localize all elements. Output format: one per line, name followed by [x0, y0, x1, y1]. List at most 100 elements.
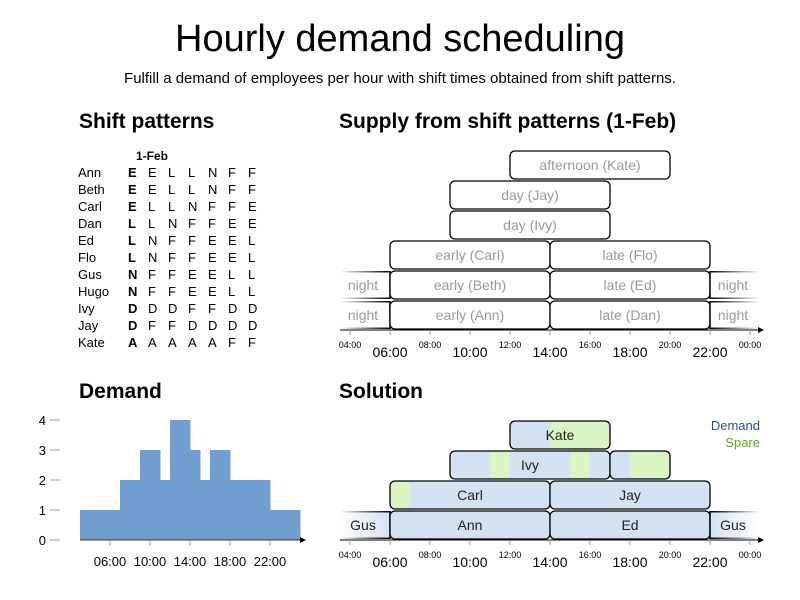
axis-arrow-icon [758, 537, 764, 543]
x-tick-label: 14:00 [174, 554, 207, 569]
minor-tick-label: 12:00 [499, 550, 522, 560]
demand-bar [120, 480, 131, 540]
supply-shift-label: night [348, 307, 378, 323]
supply-shift-label: early (Carl) [435, 247, 504, 263]
solution-shift-label: Ivy [521, 457, 539, 473]
supply-shift-block: night [709, 301, 760, 329]
major-tick-label: 10:00 [452, 344, 487, 360]
solution-shift-label: Jay [619, 487, 641, 503]
major-tick-label: 22:00 [692, 344, 727, 360]
demand-bar [240, 480, 251, 540]
demand-bar [90, 510, 101, 540]
minor-tick-label: 08:00 [419, 550, 442, 560]
supply-shift-label: late (Flo) [602, 247, 657, 263]
solution-shift-label: Carl [457, 487, 483, 503]
supply-shift-label: night [348, 277, 378, 293]
solution-shift-label: Kate [546, 427, 575, 443]
supply-shift-label: early (Ann) [436, 307, 504, 323]
major-tick-label: 06:00 [372, 554, 407, 570]
major-tick-label: 14:00 [532, 344, 567, 360]
supply-shift-label: night [718, 277, 748, 293]
minor-tick-label: 16:00 [579, 550, 602, 560]
demand-bar [100, 510, 111, 540]
spare-segment [570, 452, 590, 478]
demand-bar [210, 450, 221, 540]
supply-shift-block: late (Dan) [549, 300, 711, 330]
y-tick-label: 4 [39, 413, 46, 428]
supply-shift-block: early (Ann) [389, 300, 551, 330]
minor-tick-label: 04:00 [339, 550, 362, 560]
demand-bar [190, 450, 201, 540]
solution-shift-block: Gus [709, 511, 760, 539]
supply-shift-label: night [718, 307, 748, 323]
demand-bar [150, 450, 161, 540]
y-tick-label: 0 [39, 533, 46, 548]
major-tick-label: 06:00 [372, 344, 407, 360]
supply-shift-label: day (Jay) [501, 187, 559, 203]
supply-shift-block: late (Ed) [549, 270, 711, 300]
demand-bar [270, 510, 281, 540]
y-tick-label: 1 [39, 503, 46, 518]
supply-shift-block: day (Jay) [449, 180, 611, 210]
x-tick-label: 06:00 [94, 554, 127, 569]
minor-tick-label: 04:00 [339, 340, 362, 350]
supply-shift-block: early (Beth) [389, 270, 551, 300]
spare-segment [630, 452, 669, 478]
major-tick-label: 14:00 [532, 554, 567, 570]
solution-shift-label: Gus [350, 517, 376, 533]
demand-bar [110, 510, 121, 540]
minor-tick-label: 08:00 [419, 340, 442, 350]
demand-bar [220, 450, 231, 540]
minor-tick-label: 20:00 [659, 550, 682, 560]
supply-shift-block: night [340, 301, 391, 329]
supply-shift-label: late (Dan) [599, 307, 660, 323]
y-tick-label: 2 [39, 473, 46, 488]
solution-shift-block: Kate [509, 420, 611, 450]
solution-shift-label: Ed [621, 517, 638, 533]
x-tick-label: 18:00 [214, 554, 247, 569]
minor-tick-label: 00:00 [739, 550, 762, 560]
demand-bar [290, 510, 301, 540]
demand-bar [140, 450, 151, 540]
supply-shift-block: late (Flo) [549, 240, 711, 270]
demand-bar [180, 420, 191, 540]
minor-tick-label: 16:00 [579, 340, 602, 350]
demand-bar [250, 480, 261, 540]
solution-shift-block: Jay [549, 480, 711, 510]
solution-shift-label: Gus [720, 517, 746, 533]
supply-shift-block: afternoon (Kate) [509, 150, 671, 180]
legend-demand: Demand [711, 418, 760, 433]
axis-arrow-icon [758, 327, 764, 333]
supply-shift-label: day (Ivy) [503, 217, 557, 233]
supply-shift-block: night [709, 271, 760, 299]
minor-tick-label: 00:00 [739, 340, 762, 350]
solution-shift-block: Carl [389, 480, 551, 510]
major-tick-label: 18:00 [612, 344, 647, 360]
axis-arrow-icon [300, 537, 306, 543]
demand-bar [170, 420, 181, 540]
supply-shift-block: night [340, 271, 391, 299]
x-tick-label: 10:00 [134, 554, 167, 569]
demand-bar [130, 480, 141, 540]
minor-tick-label: 20:00 [659, 340, 682, 350]
demand-bar [160, 480, 171, 540]
major-tick-label: 18:00 [612, 554, 647, 570]
solution-shift-block: Ann [389, 510, 551, 540]
supply-shift-label: late (Ed) [604, 277, 657, 293]
solution-shift-block: Ivy [449, 450, 611, 480]
major-tick-label: 10:00 [452, 554, 487, 570]
demand-bar [260, 480, 271, 540]
demand-bar [80, 510, 91, 540]
supply-shift-label: afternoon (Kate) [539, 157, 640, 173]
y-tick-label: 3 [39, 443, 46, 458]
solution-shift-label: Ann [458, 517, 483, 533]
supply-shift-label: early (Beth) [434, 277, 506, 293]
solution-shift-block: Ed [549, 510, 711, 540]
supply-shift-block: early (Carl) [389, 240, 551, 270]
solution-shift-block: Gus [340, 511, 391, 539]
demand-bar [230, 480, 241, 540]
x-tick-label: 22:00 [254, 554, 287, 569]
spare-segment [391, 482, 410, 508]
legend-spare: Spare [725, 435, 760, 450]
supply-diagram: night early (Ann) late (Dan) night night earl… [39, 150, 764, 570]
